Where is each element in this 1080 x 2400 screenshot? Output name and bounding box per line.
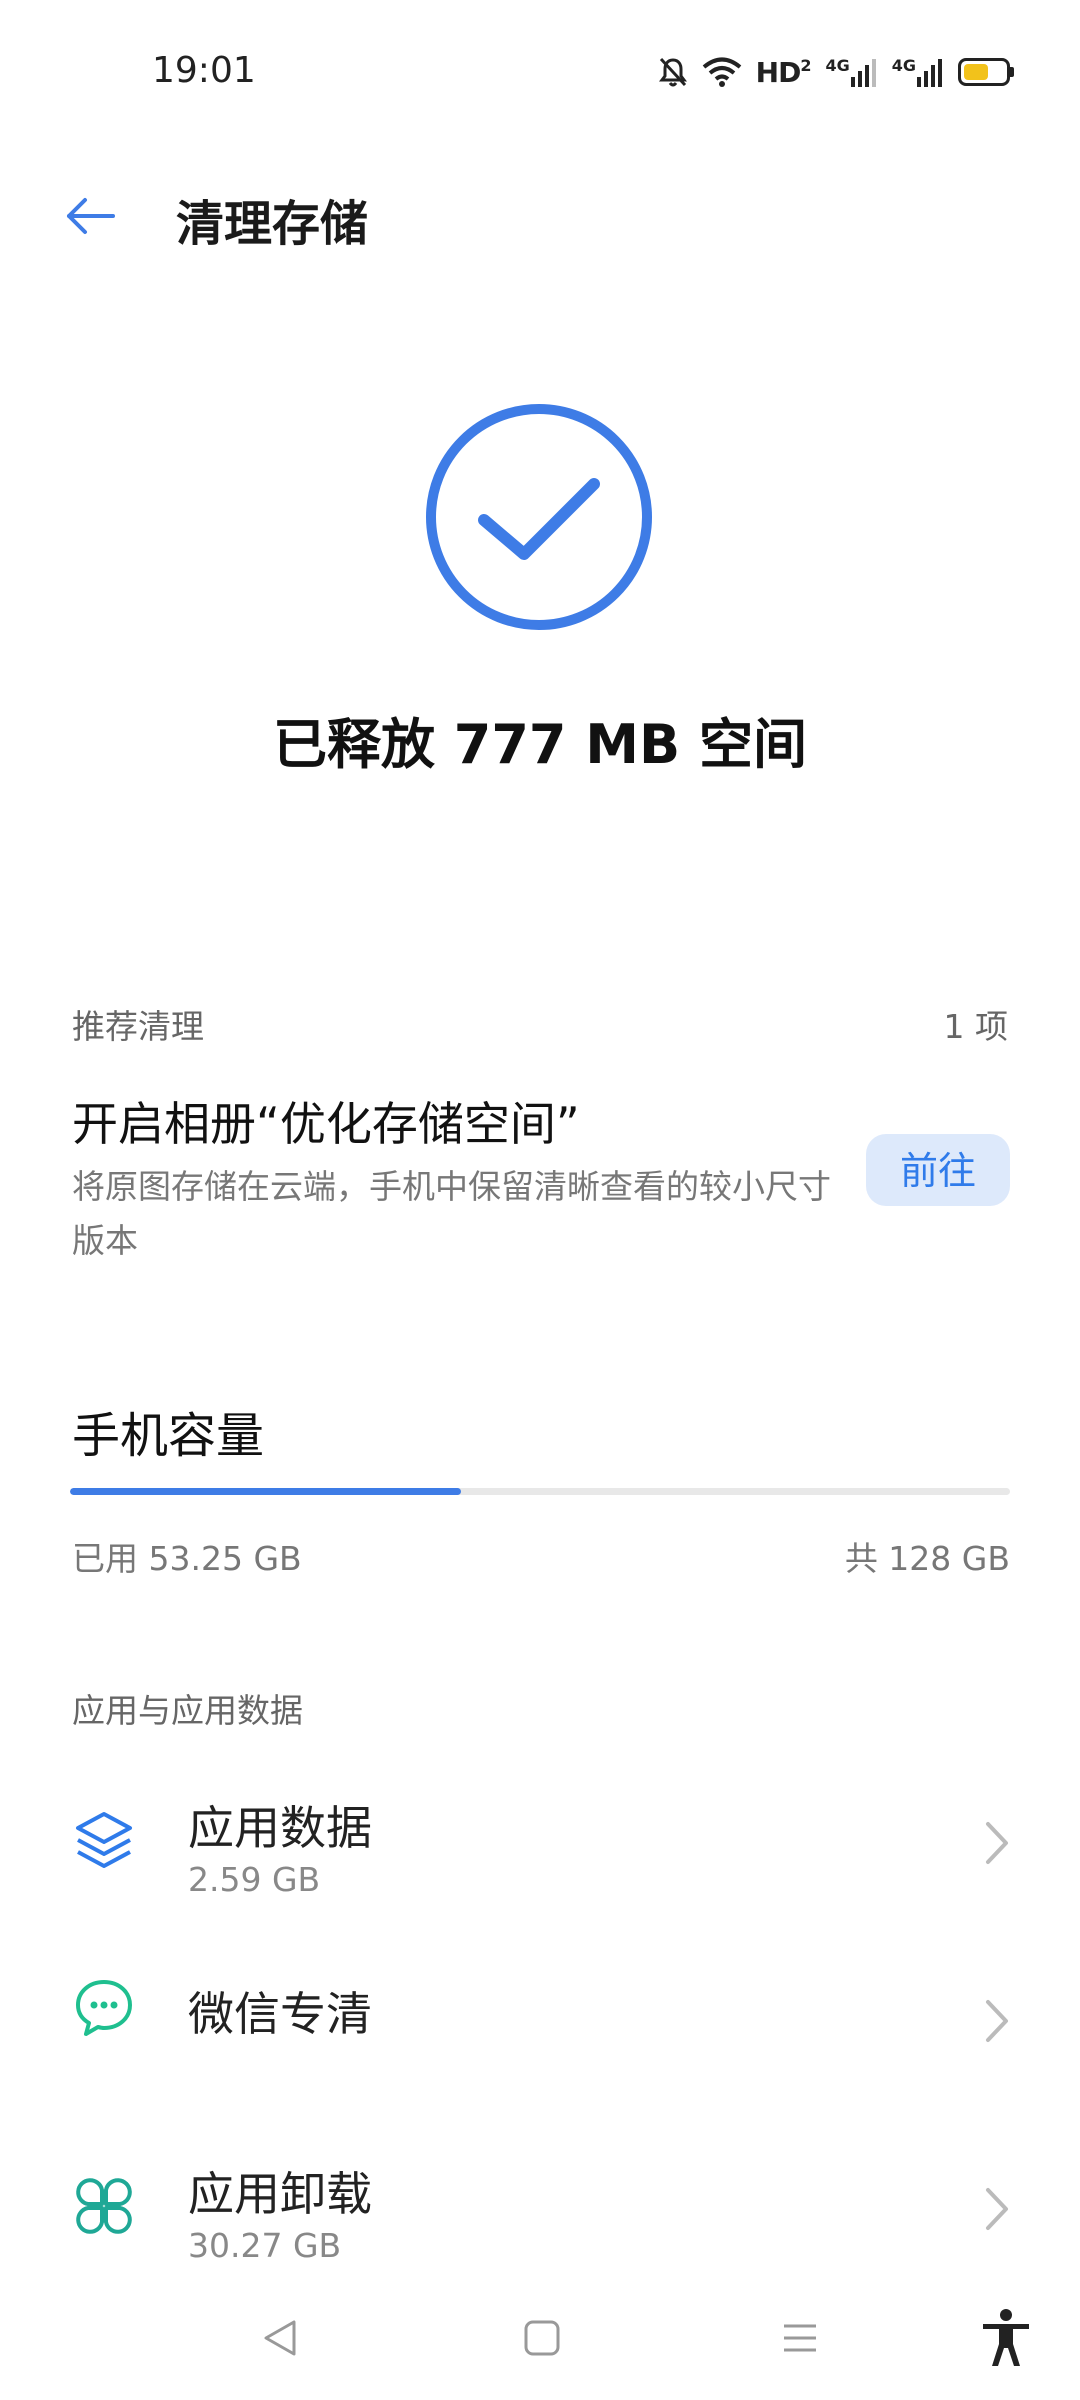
- status-time: 19:01: [152, 50, 256, 91]
- wifi-icon: [702, 57, 741, 87]
- list-item-app-data[interactable]: 应用数据 2.59 GB: [0, 1756, 1080, 1926]
- freed-space-text: 已释放 777 MB 空间: [272, 713, 807, 776]
- list-item-title: 应用数据: [188, 1801, 372, 1855]
- chevron-right-icon: [986, 2188, 1008, 2230]
- signal-icon: 4G: [825, 56, 877, 87]
- home-square-icon: [524, 2320, 560, 2356]
- list-item-subtitle: 30.27 GB: [188, 2226, 342, 2265]
- recommend-title: 开启相册“优化存储空间”: [72, 1097, 580, 1151]
- accessibility-button[interactable]: [976, 2308, 1036, 2368]
- page-title: 清理存储: [176, 196, 369, 252]
- capacity-title: 手机容量: [72, 1408, 265, 1464]
- system-nav-bar: [0, 2280, 1080, 2400]
- capacity-total: 共 128 GB: [844, 1539, 1010, 1578]
- nav-back-button[interactable]: [250, 2308, 310, 2368]
- nav-home-button[interactable]: [512, 2308, 572, 2368]
- chevron-right-icon: [986, 2000, 1008, 2042]
- list-item-title: 微信专清: [188, 1987, 372, 2041]
- go-button[interactable]: 前往: [866, 1134, 1010, 1206]
- battery-icon: [958, 58, 1014, 86]
- signal-icon-2: 4G: [892, 56, 944, 87]
- arrow-left-icon: [67, 198, 115, 234]
- capacity-used: 已用 53.25 GB: [72, 1539, 302, 1578]
- nav-recents-button[interactable]: [770, 2308, 830, 2368]
- recommend-count: 1 项: [943, 1007, 1009, 1046]
- check-circle-icon: [426, 404, 652, 630]
- section-label-recommend: 推荐清理: [72, 1007, 204, 1046]
- chevron-right-icon: [986, 1822, 1008, 1864]
- list-item-title: 应用卸载: [188, 2167, 372, 2221]
- status-icons: HD 2 4G 4G: [658, 52, 1014, 92]
- capacity-progress-bar: [70, 1488, 1010, 1495]
- layers-icon: [76, 1812, 132, 1868]
- back-triangle-icon: [264, 2320, 296, 2356]
- capacity-progress-fill: [70, 1488, 462, 1495]
- hd-indicator: HD 2: [755, 55, 812, 89]
- section-label-apps: 应用与应用数据: [72, 1691, 303, 1730]
- list-item-app-uninstall[interactable]: 应用卸载 30.27 GB: [0, 2122, 1080, 2292]
- wechat-icon: [76, 1980, 132, 2036]
- bell-off-icon: [658, 57, 687, 87]
- list-item-subtitle: 2.59 GB: [188, 1860, 321, 1899]
- app-header: 清理存储: [0, 170, 1080, 260]
- back-button[interactable]: [56, 186, 126, 246]
- list-item-wechat-clean[interactable]: 微信专清: [0, 1938, 1080, 2108]
- accessibility-icon: [983, 2309, 1029, 2366]
- recommend-description: 将原图存储在云端，手机中保留清晰查看的较小尺寸版本: [72, 1167, 831, 1260]
- battery-level: [964, 64, 988, 80]
- recents-menu-icon: [784, 2324, 816, 2352]
- status-bar: 19:01 HD 2 4G 4G: [0, 0, 1080, 140]
- apps-grid-icon: [76, 2178, 132, 2234]
